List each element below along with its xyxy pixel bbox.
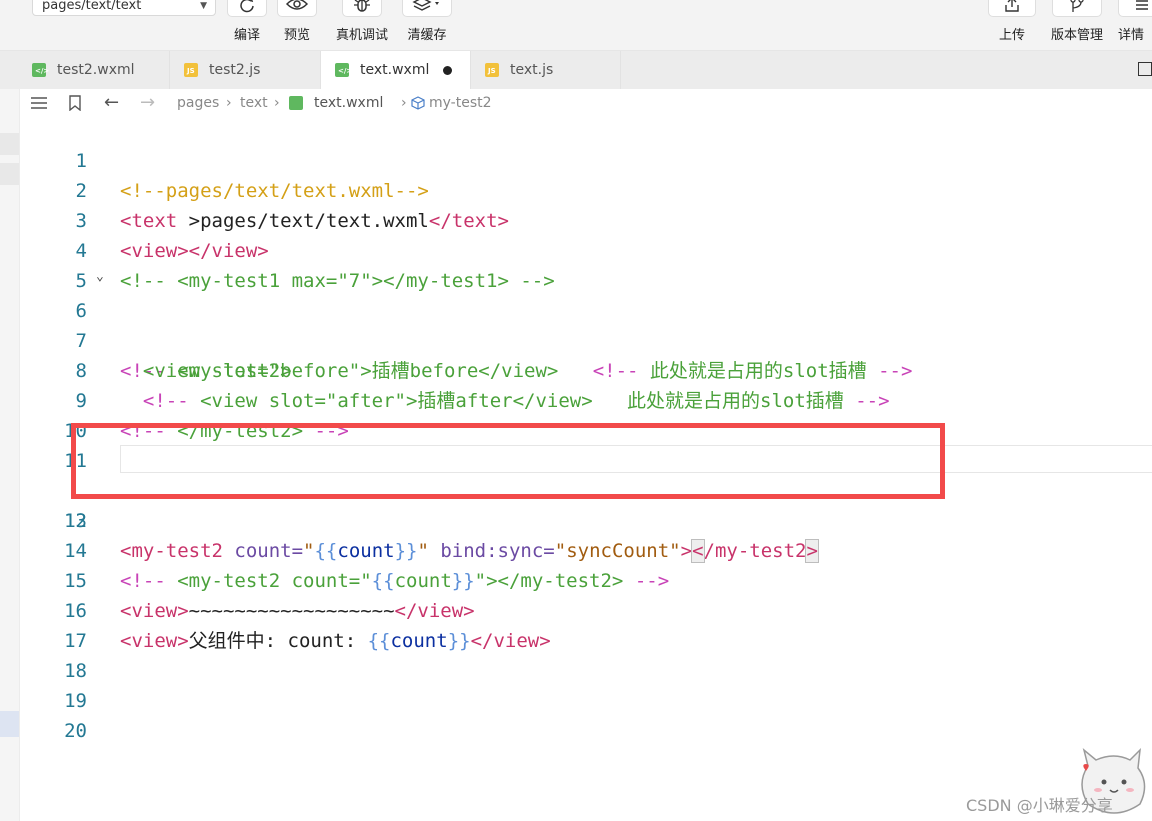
line-number: 20 [64,720,87,742]
strip-marker [0,163,19,185]
red-highlight-box [71,423,945,499]
details-button[interactable]: 详情 [1118,0,1152,43]
forward-arrow-icon[interactable]: → [140,89,155,117]
tab-test2-wxml[interactable]: </> test2.wxml [18,51,170,89]
compile-label: 编译 [233,28,260,43]
details-label: 详情 [1118,28,1145,43]
code-line-6: 6 ⌄ <!-- <my-test2> [20,266,1152,382]
code-line-20: 20 [20,686,1152,742]
code-line-19: 19 [20,656,1152,712]
activity-strip [0,89,20,821]
refresh-icon [240,0,254,13]
tab-label: test2.js [209,62,261,78]
fold-chevron-icon[interactable]: ⌄ [96,262,104,292]
code-line-16: 16 <view>父组件中: count: {{count}}</view> [20,566,1152,652]
upload-button[interactable]: 上传 [988,0,1036,43]
code-line-15: 15 <view>~~~~~~~~~~~~~~~~~~</view> [20,536,1152,622]
layers-icon [412,0,439,11]
chevron-right-icon: › [401,95,407,111]
remote-debug-button[interactable]: 真机调试 [332,0,392,43]
strip-marker [0,133,19,155]
editor-tabs: </> test2.wxml JS test2.js </> text.wxml… [0,51,1152,89]
code-line-7: 7 <view slot="before">插槽before</view> <!… [20,296,1152,382]
unsaved-dot-icon [443,66,452,75]
code-line-1: 1 <!--pages/text/text.wxml--> [20,116,1152,202]
wxml-file-icon [289,96,303,110]
js-file-icon: JS [485,63,499,77]
eye-icon [286,0,308,10]
strip-marker [0,711,19,737]
remote-debug-label: 真机调试 [335,28,388,43]
upload-icon [1005,0,1019,12]
compile-button[interactable]: 编译 [226,0,268,43]
split-editor-icon[interactable] [1138,62,1152,76]
breadcrumb: ← → pages › text › text.wxml › my-test2 [20,89,1152,117]
code-line-14: 14 <!-- <my-test2 count="{{count}}"></my… [20,506,1152,592]
code-line-10: 10 [20,386,1152,442]
branch-icon [1070,0,1084,12]
wxml-file-icon: </> [32,63,49,77]
tab-label: text.wxml [360,62,430,78]
compile-mode-value: pages/text/text [42,0,142,13]
code-line-2: 2 <text >pages/text/text.wxml</text> [20,146,1152,232]
tab-text-wxml[interactable]: </> text.wxml [321,51,471,89]
code-line-4: 4 <!-- <my-test1 max="7"></my-test1> --> [20,206,1152,292]
watermark: CSDN @小琳爱分享 [966,796,1113,815]
js-file-icon: JS [184,63,198,77]
compile-mode-select[interactable]: pages/text/text ▼ [32,0,216,16]
breadcrumb-item-symbol[interactable]: my-test2 [429,89,492,117]
breadcrumb-item-pages[interactable]: pages [177,89,219,117]
preview-label: 预览 [283,28,310,43]
chevron-right-icon: › [274,95,280,111]
chevron-down-icon: ▼ [200,1,207,11]
chevron-right-icon: › [226,95,232,111]
bookmark-icon[interactable] [69,95,81,111]
upload-label: 上传 [998,28,1025,43]
code-line-18: 18 [20,626,1152,682]
version-control-label: 版本管理 [1050,28,1103,43]
preview-button[interactable]: 预览 [276,0,318,43]
wxml-file-icon: </> [335,63,352,77]
cube-icon [411,96,425,110]
code-line-3: 3 <view></view> [20,176,1152,262]
tab-test2-js[interactable]: JS test2.js [170,51,321,89]
menu-icon [1136,0,1148,10]
clear-cache-button[interactable]: 清缓存 [402,0,452,43]
tab-text-js[interactable]: JS text.js [471,51,621,89]
code-line-5: 5 [20,236,1152,292]
list-icon[interactable] [30,96,48,110]
code-line-8: 8 <!-- <view slot="after">插槽after</view>… [20,326,1152,412]
bug-icon [354,0,370,12]
version-control-button[interactable]: 版本管理 [1046,0,1108,43]
code-line-9: 9 <!-- </my-test2> --> [20,356,1152,442]
breadcrumb-item-text[interactable]: text [240,89,268,117]
back-arrow-icon[interactable]: ← [104,89,119,117]
tab-label: test2.wxml [57,62,135,78]
tab-label: text.js [510,62,554,78]
code-line-17: 17 [20,596,1152,652]
top-toolbar: pages/text/text ▼ 编译 预览 真机调试 清缓存 上传 版本管理… [0,0,1152,51]
clear-cache-label: 清缓存 [407,28,447,43]
breadcrumb-item-file[interactable]: text.wxml [314,89,383,117]
